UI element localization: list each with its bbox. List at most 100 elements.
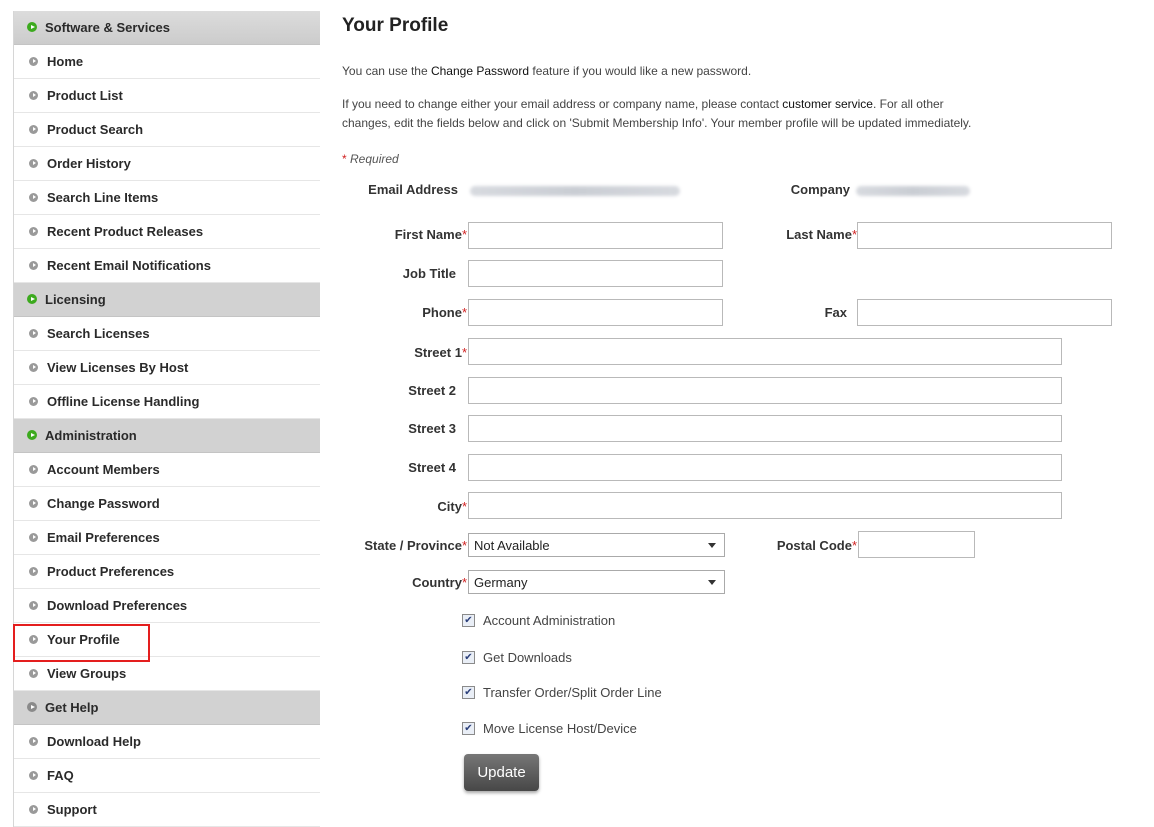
- label-text: First Name: [394, 227, 462, 242]
- sidebar-item-download-preferences[interactable]: Download Preferences: [14, 589, 320, 623]
- sidebar-item-view-licenses-by-host[interactable]: View Licenses By Host: [14, 351, 320, 385]
- sidebar-item-product-search[interactable]: Product Search: [14, 113, 320, 147]
- checkbox-checked[interactable]: ✔: [462, 722, 475, 735]
- checkbox-checked[interactable]: ✔: [462, 651, 475, 664]
- company-label: Company: [790, 182, 850, 197]
- intro-contact-text: If you need to change either your email …: [342, 95, 944, 114]
- phone-label: Phone*: [342, 305, 467, 320]
- sidebar-item-support[interactable]: Support: [14, 793, 320, 827]
- required-star: *: [461, 305, 467, 320]
- section-title: Get Help: [45, 699, 99, 715]
- sidebar-item-label: Product List: [47, 88, 123, 103]
- arrow-icon: [29, 57, 38, 66]
- street1-label: Street 1*: [342, 345, 467, 360]
- fax-label: Fax: [824, 305, 847, 320]
- sidebar-item-label: Recent Product Releases: [47, 224, 204, 239]
- city-input[interactable]: [468, 492, 1062, 519]
- arrow-icon: [29, 601, 38, 610]
- checkbox-checked[interactable]: ✔: [462, 686, 475, 699]
- required-star: *: [461, 345, 467, 360]
- arrow-icon: [29, 669, 38, 678]
- required-star: *: [851, 538, 857, 553]
- checkbox-transfer-order[interactable]: ✔ Transfer Order/Split Order Line: [462, 685, 662, 700]
- sidebar-item-recent-product-releases[interactable]: Recent Product Releases: [14, 215, 320, 249]
- state-select[interactable]: Not Available: [468, 533, 725, 557]
- sidebar-item-search-licenses[interactable]: Search Licenses: [14, 317, 320, 351]
- arrow-icon: [29, 499, 38, 508]
- arrow-icon: [29, 125, 38, 134]
- job-title-input[interactable]: [468, 260, 723, 287]
- customer-service-link[interactable]: customer service: [782, 97, 873, 111]
- section-arrow-icon: [27, 702, 37, 712]
- required-star: *: [461, 538, 467, 553]
- fax-input[interactable]: [857, 299, 1112, 326]
- street3-input[interactable]: [468, 415, 1062, 442]
- sidebar-item-your-profile[interactable]: Your Profile: [14, 623, 320, 657]
- company-value-redacted: [856, 186, 970, 196]
- street4-input[interactable]: [468, 454, 1062, 481]
- sidebar-item-recent-email-notifications[interactable]: Recent Email Notifications: [14, 249, 320, 283]
- checkbox-move-license-host[interactable]: ✔ Move License Host/Device: [462, 721, 637, 736]
- chevron-down-icon: [708, 542, 716, 548]
- email-value-redacted: [470, 186, 680, 196]
- checkbox-get-downloads[interactable]: ✔ Get Downloads: [462, 650, 572, 665]
- arrow-icon: [29, 397, 38, 406]
- street1-input[interactable]: [468, 338, 1062, 365]
- sidebar-item-order-history[interactable]: Order History: [14, 147, 320, 181]
- checkbox-account-administration[interactable]: ✔ Account Administration: [462, 613, 615, 628]
- section-title: Licensing: [45, 291, 106, 307]
- sidebar-nav: Software & Services Home Product List Pr…: [13, 11, 320, 827]
- sidebar-item-label: Product Search: [47, 122, 144, 137]
- intro-text: You can use the: [342, 64, 431, 78]
- sidebar-item-account-members[interactable]: Account Members: [14, 453, 320, 487]
- arrow-icon: [29, 159, 38, 168]
- sidebar-item-email-preferences[interactable]: Email Preferences: [14, 521, 320, 555]
- checkmark-icon: ✔: [464, 722, 473, 734]
- required-star: *: [461, 575, 467, 590]
- intro-password-text: You can use the Change Password feature …: [342, 62, 751, 81]
- sidebar-item-label: Offline License Handling: [47, 394, 200, 409]
- checkbox-label: Transfer Order/Split Order Line: [483, 685, 662, 700]
- section-get-help[interactable]: Get Help: [14, 691, 320, 725]
- section-administration[interactable]: Administration: [14, 419, 320, 453]
- change-password-link[interactable]: Change Password: [431, 64, 529, 78]
- required-text: Required: [346, 152, 399, 166]
- phone-input[interactable]: [468, 299, 723, 326]
- arrow-icon: [29, 737, 38, 746]
- sidebar-item-download-help[interactable]: Download Help: [14, 725, 320, 759]
- chevron-down-icon: [708, 579, 716, 585]
- sidebar-item-label: Support: [47, 802, 97, 817]
- checkmark-icon: ✔: [464, 651, 473, 663]
- sidebar-item-label: Recent Email Notifications: [47, 258, 211, 273]
- checkbox-checked[interactable]: ✔: [462, 614, 475, 627]
- state-label: State / Province*: [342, 538, 467, 553]
- sidebar-item-faq[interactable]: FAQ: [14, 759, 320, 793]
- intro-text: If you need to change either your email …: [342, 97, 783, 111]
- arrow-icon: [29, 533, 38, 542]
- intro-instructions-text: changes, edit the fields below and click…: [342, 116, 972, 130]
- sidebar-item-product-list[interactable]: Product List: [14, 79, 320, 113]
- sidebar-item-label: Change Password: [47, 496, 160, 511]
- label-text: Last Name: [786, 227, 852, 242]
- sidebar-item-home[interactable]: Home: [14, 45, 320, 79]
- sidebar-item-offline-license-handling[interactable]: Offline License Handling: [14, 385, 320, 419]
- section-software-services[interactable]: Software & Services: [14, 11, 320, 45]
- section-licensing[interactable]: Licensing: [14, 283, 320, 317]
- last-name-input[interactable]: [857, 222, 1112, 249]
- arrow-icon: [29, 193, 38, 202]
- street2-input[interactable]: [468, 377, 1062, 404]
- sidebar-item-view-groups[interactable]: View Groups: [14, 657, 320, 691]
- sidebar-item-change-password[interactable]: Change Password: [14, 487, 320, 521]
- postal-code-input[interactable]: [858, 531, 975, 558]
- label-text: City: [437, 499, 462, 514]
- sidebar-item-label: Download Preferences: [47, 598, 188, 613]
- state-selected-value: Not Available: [474, 537, 550, 553]
- checkbox-label: Get Downloads: [483, 650, 572, 665]
- sidebar-item-product-preferences[interactable]: Product Preferences: [14, 555, 320, 589]
- sidebar-item-search-line-items[interactable]: Search Line Items: [14, 181, 320, 215]
- update-button[interactable]: Update: [464, 754, 539, 791]
- arrow-icon: [29, 227, 38, 236]
- first-name-input[interactable]: [468, 222, 723, 249]
- last-name-label: Last Name*: [742, 227, 857, 242]
- country-select[interactable]: Germany: [468, 570, 725, 594]
